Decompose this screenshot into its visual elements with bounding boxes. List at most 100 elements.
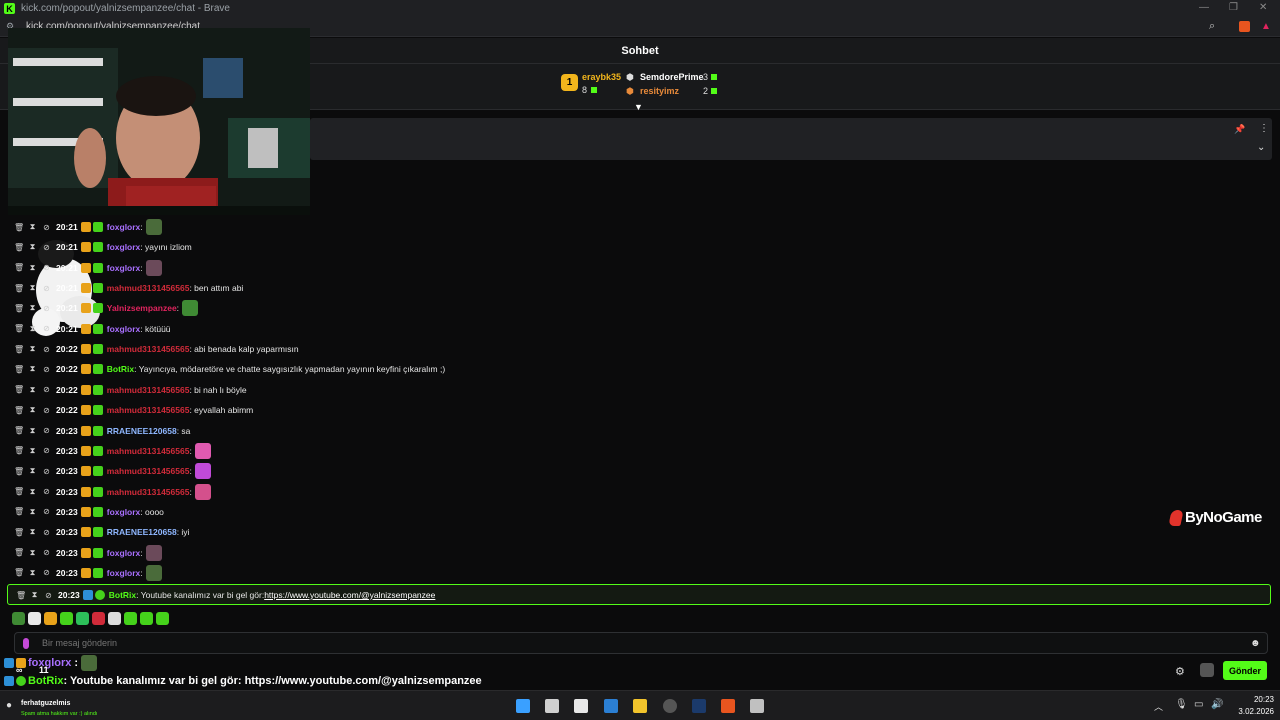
timeout-icon[interactable]: ⧗ (28, 324, 37, 334)
message-username[interactable]: mahmud3131456565 (107, 385, 190, 395)
timeout-icon[interactable]: ⧗ (28, 507, 37, 517)
message-username[interactable]: foxglorx (107, 568, 141, 578)
ban-icon[interactable]: ⊘ (42, 304, 51, 313)
send-button[interactable]: Gönder (1223, 661, 1267, 680)
ban-icon[interactable]: ⊘ (42, 548, 51, 557)
delete-icon[interactable]: 🗑 (14, 263, 24, 272)
delete-icon[interactable]: 🗑 (14, 284, 24, 293)
brave-icon[interactable] (721, 699, 735, 713)
timeout-icon[interactable]: ⧗ (28, 385, 37, 395)
ban-icon[interactable]: ⊘ (42, 385, 51, 394)
message-username[interactable]: mahmud3131456565 (107, 344, 190, 354)
mic-tray-icon[interactable]: 🎙 (1175, 699, 1188, 710)
clock-date[interactable]: 3.02.2026 (1224, 707, 1274, 716)
emote-smile-icon[interactable] (124, 612, 137, 625)
leader-1-name[interactable]: eraybk35 (582, 72, 621, 82)
emote-grin-icon[interactable] (156, 612, 169, 625)
media-app-icon[interactable] (750, 699, 764, 713)
timeout-icon[interactable]: ⧗ (28, 487, 37, 497)
delete-icon[interactable]: 🗑 (14, 548, 24, 557)
timeout-icon[interactable]: ⧗ (28, 405, 37, 415)
delete-icon[interactable]: 🗑 (14, 243, 24, 252)
chevron-down-icon[interactable]: ⌄ (1257, 142, 1265, 153)
delete-icon[interactable]: 🗑 (14, 487, 24, 496)
emote-skull-icon[interactable] (108, 612, 121, 625)
timeout-icon[interactable]: ⧗ (28, 344, 37, 354)
emote-frog-icon[interactable] (12, 612, 25, 625)
message-username[interactable]: mahmud3131456565 (107, 487, 190, 497)
delete-icon[interactable]: 🗑 (14, 446, 24, 455)
message-username[interactable]: foxglorx (107, 222, 141, 232)
delete-icon[interactable]: 🗑 (14, 365, 24, 374)
ban-icon[interactable]: ⊘ (42, 507, 51, 516)
delete-icon[interactable]: 🗑 (16, 591, 26, 600)
message-username[interactable]: foxglorx (107, 242, 141, 252)
ban-icon[interactable]: ⊘ (42, 528, 51, 537)
zoom-search-icon[interactable]: ⌕ (1209, 20, 1215, 33)
ban-icon[interactable]: ⊘ (42, 324, 51, 333)
ban-icon[interactable]: ⊘ (42, 467, 51, 476)
ban-icon[interactable]: ⊘ (42, 426, 51, 435)
delete-icon[interactable]: 🗑 (14, 324, 24, 333)
leader-3-name[interactable]: resityimz (640, 86, 679, 96)
timeout-icon[interactable]: ⧗ (28, 568, 37, 578)
message-username[interactable]: BotRix (107, 364, 134, 374)
leader-2-name[interactable]: SemdorePrime (640, 72, 704, 82)
message-link[interactable]: https://www.youtube.com/@yalnizsempanzee (264, 590, 435, 600)
delete-icon[interactable]: 🗑 (14, 568, 24, 577)
emoji-picker-icon[interactable]: ☻ (1250, 638, 1261, 649)
emote-chat-icon[interactable] (140, 612, 153, 625)
ban-icon[interactable]: ⊘ (42, 263, 51, 272)
minimize-icon[interactable]: — (1199, 2, 1209, 13)
emote-cup-icon[interactable] (76, 612, 89, 625)
app-icon[interactable] (574, 699, 588, 713)
emote-ghost-icon[interactable] (28, 612, 41, 625)
emote-green-icon[interactable] (60, 612, 73, 625)
ban-icon[interactable]: ⊘ (42, 568, 51, 577)
clock-time[interactable]: 20:23 (1234, 695, 1274, 704)
delete-icon[interactable]: 🗑 (14, 345, 24, 354)
timeout-icon[interactable]: ⧗ (28, 364, 37, 374)
timeout-icon[interactable]: ⧗ (28, 446, 37, 456)
delete-icon[interactable]: 🗑 (14, 528, 24, 537)
file-explorer-icon[interactable] (633, 699, 647, 713)
pin-icon[interactable]: 📌 (1234, 124, 1245, 135)
chevron-up-icon[interactable]: ︿ (1154, 700, 1163, 713)
settings-gear-icon[interactable]: ⚙ (1175, 665, 1185, 678)
delete-icon[interactable]: 🗑 (14, 223, 24, 232)
timeout-icon[interactable]: ⧗ (28, 222, 37, 232)
message-username[interactable]: RRAENEE120658 (107, 527, 177, 537)
timeout-icon[interactable]: ⧗ (28, 242, 37, 252)
message-username[interactable]: foxglorx (107, 548, 141, 558)
expand-leaderboard-icon[interactable]: ▼ (634, 102, 643, 112)
delete-icon[interactable]: 🗑 (14, 507, 24, 516)
delete-icon[interactable]: 🗑 (14, 406, 24, 415)
timeout-icon[interactable]: ⧗ (28, 426, 37, 436)
delete-icon[interactable]: 🗑 (14, 426, 24, 435)
message-username[interactable]: mahmud3131456565 (107, 405, 190, 415)
timeout-icon[interactable]: ⧗ (28, 283, 37, 293)
brave-shields-icon[interactable] (1239, 21, 1250, 32)
message-username[interactable]: mahmud3131456565 (107, 446, 190, 456)
pinned-message[interactable]: 📌 ⋮ ⌄ (310, 118, 1272, 160)
delete-icon[interactable]: 🗑 (14, 304, 24, 313)
message-username[interactable]: foxglorx (107, 507, 141, 517)
task-view-icon[interactable] (545, 699, 559, 713)
message-username[interactable]: mahmud3131456565 (107, 283, 190, 293)
ban-icon[interactable]: ⊘ (42, 223, 51, 232)
ban-icon[interactable]: ⊘ (42, 406, 51, 415)
volume-icon[interactable]: 🔊 (1211, 699, 1223, 710)
message-username[interactable]: BotRix (109, 590, 136, 600)
close-icon[interactable]: ✕ (1259, 2, 1267, 13)
chat-input-box[interactable]: ☻ (14, 632, 1268, 654)
message-username[interactable]: foxglorx (107, 263, 141, 273)
ban-icon[interactable]: ⊘ (42, 345, 51, 354)
kicks-icon[interactable] (1200, 663, 1214, 677)
windows-start-icon[interactable] (516, 699, 530, 713)
photos-icon[interactable] (604, 699, 618, 713)
delete-icon[interactable]: 🗑 (14, 467, 24, 476)
ban-icon[interactable]: ⊘ (42, 487, 51, 496)
steam-icon[interactable] (692, 699, 706, 713)
message-username[interactable]: foxglorx (107, 324, 141, 334)
obs-icon[interactable] (663, 699, 677, 713)
